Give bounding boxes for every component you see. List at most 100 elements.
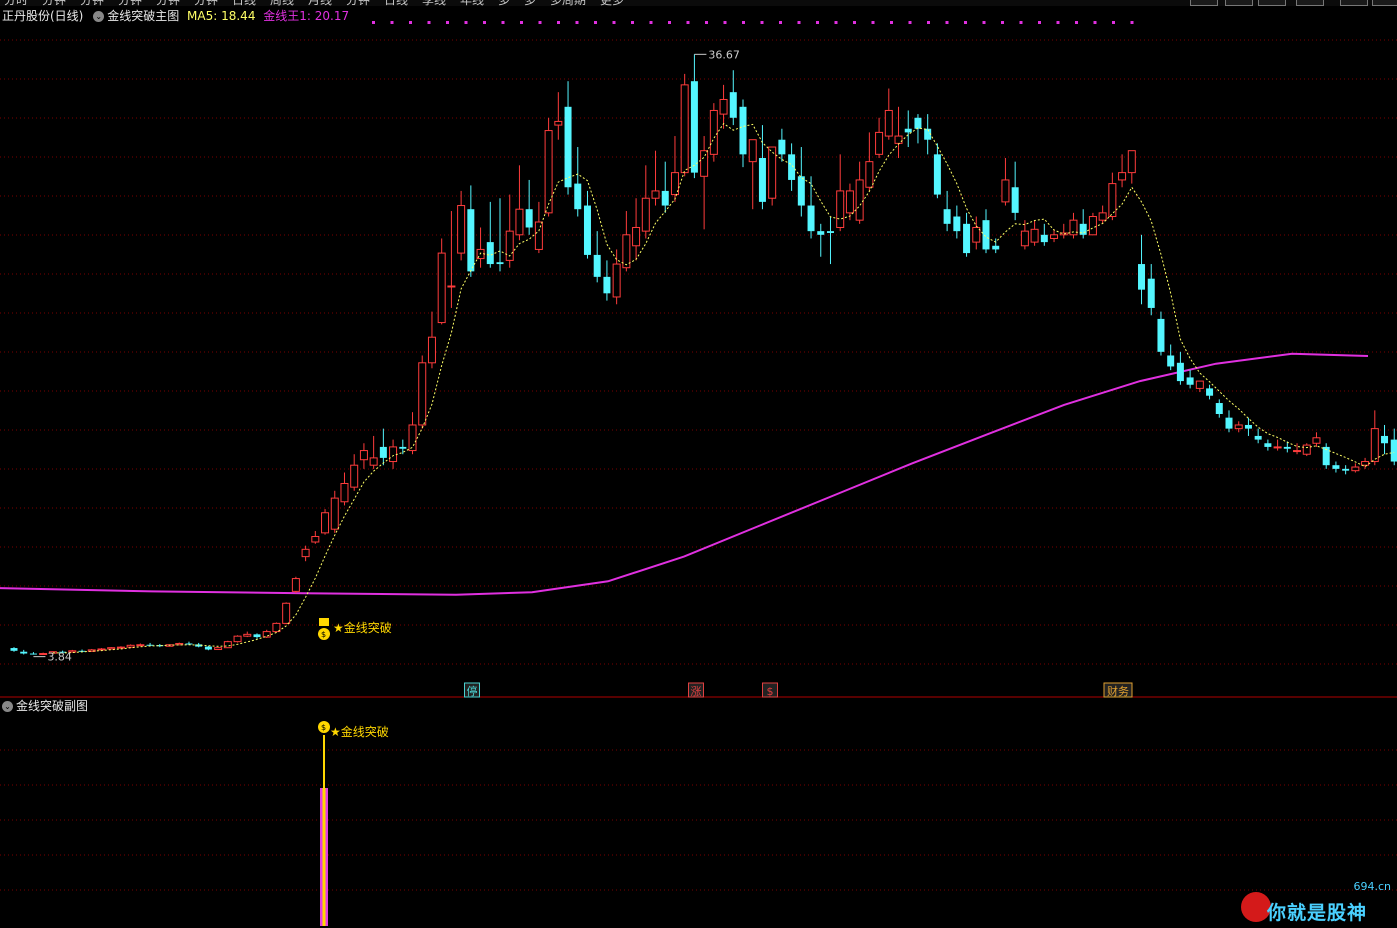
candle-body (282, 602, 291, 624)
top-marker (390, 21, 394, 24)
candle-body (467, 209, 475, 272)
top-marker (1038, 21, 1041, 24)
candle-body (1206, 388, 1214, 396)
candle-body (359, 450, 368, 461)
candle-body (807, 205, 815, 232)
candle-body (894, 135, 903, 144)
candle-body (1312, 437, 1321, 444)
top-marker (816, 21, 819, 24)
candle-body (116, 646, 125, 649)
candle-body (204, 646, 212, 650)
candle-body (534, 221, 543, 250)
candle-body (953, 216, 961, 232)
candle-body (817, 231, 825, 235)
gold-line (0, 352, 1369, 596)
candle-body (126, 644, 135, 648)
top-marker (557, 21, 560, 24)
candle-body (758, 158, 766, 202)
candle-body (447, 285, 456, 288)
top-marker (1130, 21, 1134, 24)
candle-body (1370, 428, 1379, 463)
candle-body (1108, 183, 1117, 218)
top-marker (483, 21, 486, 24)
candle-body (369, 457, 378, 466)
watermark-text: 你就是股神 (1267, 902, 1368, 924)
candle-body (719, 98, 728, 115)
candle-body (1020, 230, 1029, 247)
candle-body (1040, 234, 1048, 243)
candle-body (564, 106, 572, 188)
candle-body (350, 464, 359, 488)
candle-body (223, 641, 232, 649)
top-marker (705, 21, 708, 24)
top-marker (686, 21, 690, 24)
candle-body (1351, 466, 1360, 472)
candle-body (632, 226, 641, 247)
candle-body (1098, 212, 1107, 221)
candle-body (1127, 150, 1136, 174)
candle-body (1001, 179, 1010, 203)
candle-body (253, 634, 261, 638)
signal-cup-icon (319, 618, 329, 626)
candle-body (690, 81, 698, 173)
top-marker (501, 21, 505, 24)
top-marker (1001, 21, 1004, 24)
top-marker (668, 21, 671, 24)
candle-body (427, 336, 436, 364)
candle-body (700, 150, 709, 177)
sub-signal-coin-mark: $ (321, 723, 326, 732)
candle-body (340, 482, 349, 503)
candle-body (1118, 172, 1127, 181)
candle-body (788, 154, 796, 180)
candle-body (10, 648, 18, 651)
candle-body (1234, 424, 1243, 430)
top-marker (631, 21, 634, 24)
candle-body (1030, 228, 1039, 243)
candle-body (486, 242, 494, 265)
top-marker (520, 21, 523, 24)
candle-body (709, 109, 718, 155)
candle-body (865, 161, 874, 188)
candle-body (933, 154, 941, 195)
top-marker (964, 21, 967, 24)
candle-body (1342, 468, 1350, 471)
top-marker (446, 21, 449, 24)
candle-body (1088, 216, 1097, 236)
candle-body (437, 252, 446, 324)
top-marker (945, 21, 949, 24)
candle-body (963, 223, 971, 254)
top-marker (834, 21, 838, 24)
candle-body (574, 183, 582, 210)
top-marker (908, 21, 912, 24)
top-marker (779, 21, 782, 24)
candle-body (1138, 264, 1146, 290)
candle-body (661, 190, 669, 206)
candle-body (1332, 465, 1340, 469)
high-price-label: 36.67 (708, 48, 740, 61)
candle-body (875, 131, 884, 155)
candle-body (1390, 439, 1397, 462)
candle-body (136, 644, 145, 647)
candle-body (233, 635, 242, 643)
candle-body (1283, 446, 1291, 449)
candle-body (1215, 403, 1223, 414)
ma5-line (52, 122, 1395, 654)
candle-body (1157, 318, 1165, 352)
candle-body (884, 109, 893, 137)
candle-body (321, 512, 330, 534)
candle-body (826, 231, 834, 233)
top-marker (594, 21, 597, 24)
signal-sub-label: ★金线突破 (330, 724, 389, 739)
top-marker (575, 21, 579, 24)
candle-body (739, 106, 747, 155)
candle-body (243, 633, 252, 637)
event-tag-label: 涨 (691, 685, 702, 698)
top-marker (649, 21, 653, 24)
candle-body (778, 139, 786, 155)
candle-body (583, 205, 591, 255)
candle-body (904, 128, 912, 133)
watermark-url: 694.cn (1353, 880, 1391, 893)
top-marker (853, 21, 856, 24)
candle-body (379, 446, 387, 458)
price-chart[interactable]: 36.673.84$ ★金线突破停涨 $ 财务$ ★金线突破 (0, 0, 1397, 928)
